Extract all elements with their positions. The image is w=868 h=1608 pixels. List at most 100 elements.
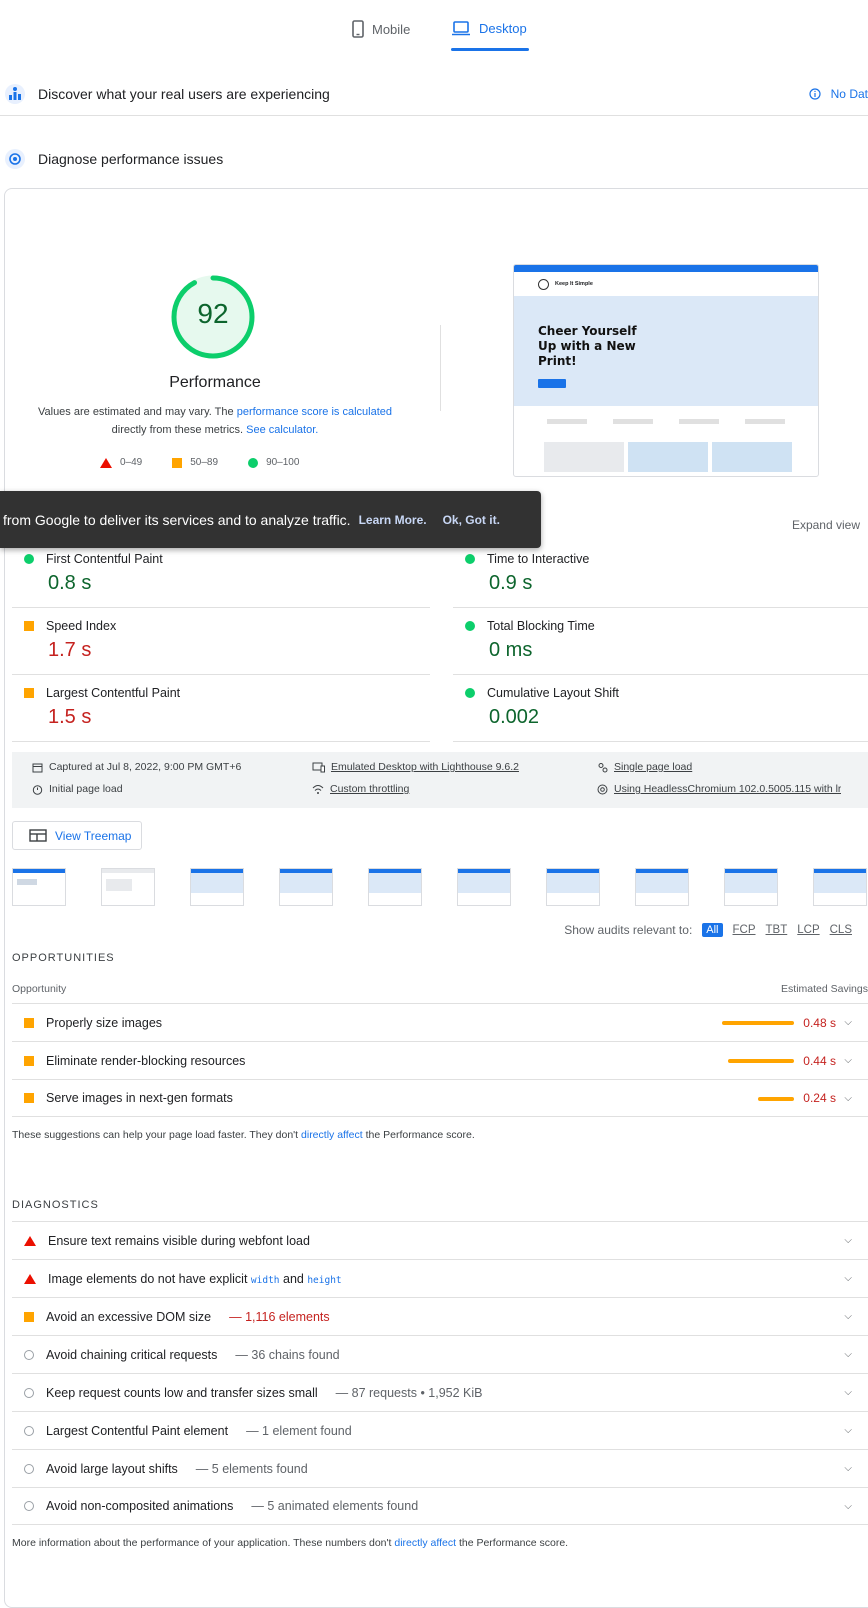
throttling[interactable]: Custom throttling — [312, 783, 409, 795]
preview-products — [514, 436, 818, 472]
score-calculated-link[interactable]: performance score is calculated — [237, 406, 392, 418]
chevron-down-icon[interactable]: ⌵ — [844, 1349, 852, 1360]
filmstrip-frame[interactable] — [368, 868, 422, 906]
diagnostic-label: Keep request counts low and transfer siz… — [46, 1385, 318, 1400]
info-circle-icon — [24, 1501, 34, 1511]
filmstrip-frame[interactable] — [190, 868, 244, 906]
preview-headline-2: Up with a New — [538, 339, 636, 353]
average-square-icon — [24, 1311, 34, 1322]
chevron-down-icon[interactable]: ⌵ — [844, 1273, 852, 1284]
directly-affect-link[interactable]: directly affect — [301, 1129, 363, 1141]
devices-icon — [312, 762, 325, 772]
final-screenshot[interactable]: Keep It Simple Cheer Yourself Up with a … — [513, 264, 819, 477]
tab-desktop[interactable]: Desktop — [451, 20, 527, 36]
metric-value: 1.7 s — [48, 639, 92, 661]
diagnostic-detail: — 5 elements found — [195, 1461, 308, 1476]
metric-label: Time to Interactive — [487, 552, 590, 566]
preview-product — [712, 442, 792, 472]
chevron-down-icon[interactable]: ⌵ — [844, 1501, 852, 1512]
savings-value: 0.44 s — [803, 1053, 836, 1068]
tab-mobile[interactable]: Mobile — [352, 20, 410, 38]
preview-feature — [679, 418, 719, 424]
opportunity-label: Serve images in next-gen formats — [46, 1091, 233, 1105]
opportunity-label: Properly size images — [46, 1015, 163, 1030]
filmstrip-frame[interactable] — [635, 868, 689, 906]
chevron-down-icon[interactable]: ⌵ — [844, 1463, 852, 1474]
field-data-section[interactable]: Discover what your real users are experi… — [0, 72, 868, 116]
no-data-indicator[interactable]: No Dat — [809, 72, 868, 116]
learn-more-link[interactable]: Learn More. — [359, 513, 427, 527]
preview-feature — [745, 418, 785, 424]
metric-speed-index: Speed Index 1.7 s — [12, 609, 430, 675]
filmstrip-frame[interactable] — [101, 868, 155, 906]
view-treemap-button[interactable]: View Treemap — [12, 821, 142, 850]
preview-brand: Keep It Simple — [555, 281, 593, 287]
filmstrip-frame[interactable] — [279, 868, 333, 906]
expand-view-button[interactable]: Expand view — [792, 518, 860, 532]
filter-tbt[interactable]: TBT — [766, 924, 788, 936]
frame-content — [280, 873, 332, 893]
diagnostic-row[interactable]: Ensure text remains visible during webfo… — [12, 1221, 868, 1259]
tab-desktop-label: Desktop — [479, 20, 527, 36]
filmstrip-frame[interactable] — [546, 868, 600, 906]
diagnostic-row[interactable]: Largest Contentful Paint element — 1 elem… — [12, 1411, 868, 1449]
legend-pass: 90–100 — [248, 457, 299, 468]
diagnostic-label: Largest Contentful Paint element — [46, 1423, 229, 1438]
single-page-load[interactable]: Single page load — [597, 761, 692, 773]
chevron-down-icon[interactable]: ⌵ — [844, 1235, 852, 1246]
filmstrip-frame[interactable] — [813, 868, 867, 906]
filter-all[interactable]: All — [702, 923, 723, 937]
diagnostic-row[interactable]: Keep request counts low and transfer siz… — [12, 1373, 868, 1411]
info-circle-icon — [24, 1387, 34, 1398]
diagnostic-label-text: Image elements do not have explicit — [48, 1271, 251, 1286]
pass-circle-icon — [465, 554, 475, 564]
lighthouse-icon — [5, 149, 25, 169]
opportunity-row[interactable]: Eliminate render-blocking resources 0.44… — [12, 1041, 868, 1079]
diagnostic-label-and: and — [279, 1271, 308, 1286]
frame-content — [191, 873, 243, 893]
diagnostic-row[interactable]: Avoid large layout shifts — 5 elements fo… — [12, 1449, 868, 1487]
chevron-down-icon[interactable]: ⌵ — [844, 1055, 852, 1066]
diagnostic-row[interactable]: Avoid an excessive DOM size — 1,116 eleme… — [12, 1297, 868, 1335]
no-data-label: No Dat — [830, 87, 868, 101]
chevron-down-icon[interactable]: ⌵ — [844, 1387, 852, 1398]
average-square-icon — [172, 457, 183, 468]
preview-hero: Cheer Yourself Up with a New Print! — [514, 296, 818, 406]
audit-filter-label: Show audits relevant to: — [564, 923, 693, 937]
pass-circle-icon — [465, 688, 475, 698]
diagnostic-row[interactable]: Image elements do not have explicit widt… — [12, 1259, 868, 1297]
diagnostic-row[interactable]: Avoid chaining critical requests — 36 cha… — [12, 1335, 868, 1373]
diagnostic-label: Avoid large layout shifts — [46, 1461, 178, 1476]
chevron-down-icon[interactable]: ⌵ — [844, 1017, 852, 1028]
performance-label: Performance — [169, 374, 261, 391]
filmstrip-frame[interactable] — [12, 868, 66, 906]
single-page-load-label: Single page load — [614, 761, 693, 773]
directly-affect-link[interactable]: directly affect — [394, 1537, 456, 1549]
filmstrip-frame[interactable] — [457, 868, 511, 906]
metric-label: Total Blocking Time — [487, 619, 595, 633]
filmstrip-frame[interactable] — [724, 868, 778, 906]
browser-info[interactable]: Using HeadlessChromium 102.0.5005.115 wi… — [597, 783, 841, 795]
opportunity-row[interactable]: Serve images in next-gen formats 0.24 s … — [12, 1079, 868, 1117]
preview-headline-3: Print! — [538, 354, 577, 368]
savings-col-header: Estimated Savings — [781, 983, 868, 995]
note-text-b: the Performance score. — [456, 1537, 569, 1549]
device-tabs: Mobile Desktop — [0, 0, 868, 58]
frame-content — [17, 879, 37, 885]
filter-lcp[interactable]: LCP — [797, 924, 819, 936]
view-treemap-label: View Treemap — [55, 828, 132, 843]
metric-value: 0.002 — [489, 706, 540, 728]
filter-fcp[interactable]: FCP — [733, 924, 756, 936]
metric-cls: Cumulative Layout Shift 0.002 — [453, 676, 868, 742]
diagnostic-row[interactable]: Avoid non-composited animations — 5 anima… — [12, 1487, 868, 1525]
filter-cls[interactable]: CLS — [830, 924, 852, 936]
ok-got-it-button[interactable]: Ok, Got it. — [443, 513, 500, 527]
see-calculator-link[interactable]: See calculator. — [246, 424, 318, 436]
diagnostic-label: Avoid an excessive DOM size — [46, 1309, 212, 1324]
chevron-down-icon[interactable]: ⌵ — [844, 1425, 852, 1436]
savings-bar — [727, 1059, 794, 1063]
opportunity-row[interactable]: Properly size images 0.48 s ⌵ — [12, 1003, 868, 1041]
chevron-down-icon[interactable]: ⌵ — [844, 1093, 852, 1104]
chevron-down-icon[interactable]: ⌵ — [844, 1311, 852, 1322]
emulated-device[interactable]: Emulated Desktop with Lighthouse 9.6.2 — [312, 761, 519, 773]
